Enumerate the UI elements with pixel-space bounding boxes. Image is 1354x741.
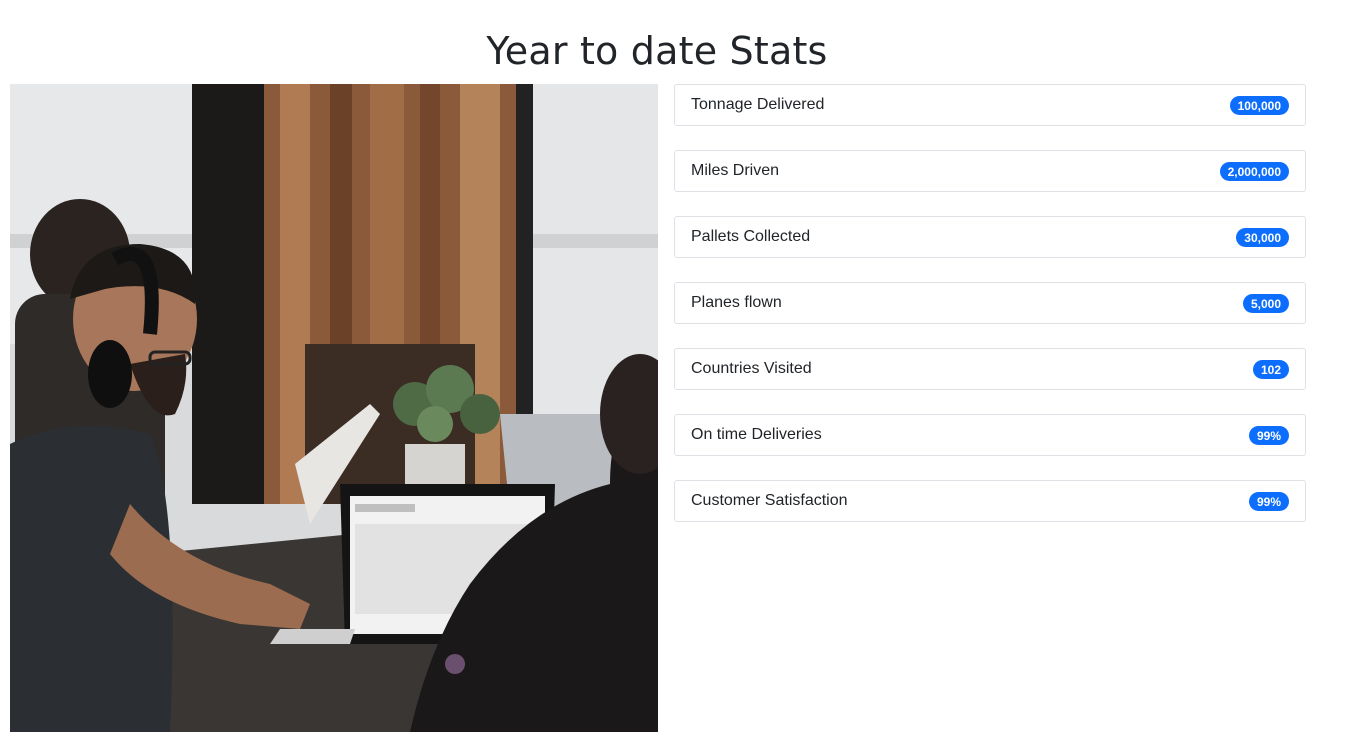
- stat-item-pallets-collected: Pallets Collected 30,000: [674, 216, 1306, 258]
- stat-label: Customer Satisfaction: [691, 492, 848, 509]
- stat-badge: 2,000,000: [1219, 161, 1289, 181]
- stat-badge: 99%: [1248, 425, 1289, 445]
- stats-list: Tonnage Delivered 100,000 Miles Driven 2…: [674, 84, 1306, 546]
- stat-item-customer-satisfaction: Customer Satisfaction 99%: [674, 480, 1306, 522]
- office-photo: [10, 84, 658, 732]
- stat-item-countries-visited: Countries Visited 102: [674, 348, 1306, 390]
- stat-label: Miles Driven: [691, 162, 780, 179]
- stat-item-tonnage-delivered: Tonnage Delivered 100,000: [674, 84, 1306, 126]
- stat-label: Planes flown: [691, 294, 782, 311]
- stat-item-on-time-deliveries: On time Deliveries 99%: [674, 414, 1306, 456]
- stat-badge: 102: [1252, 359, 1289, 379]
- stat-item-planes-flown: Planes flown 5,000: [674, 282, 1306, 324]
- stat-item-miles-driven: Miles Driven 2,000,000: [674, 150, 1306, 192]
- stat-badge: 99%: [1248, 491, 1289, 511]
- stat-badge: 5,000: [1242, 293, 1289, 313]
- stat-label: Countries Visited: [691, 360, 812, 377]
- stat-label: Pallets Collected: [691, 228, 811, 245]
- page-title: Year to date Stats: [486, 29, 828, 73]
- stat-badge: 100,000: [1229, 95, 1289, 115]
- stat-label: On time Deliveries: [691, 426, 822, 443]
- stat-badge: 30,000: [1236, 227, 1289, 247]
- stat-label: Tonnage Delivered: [691, 96, 825, 113]
